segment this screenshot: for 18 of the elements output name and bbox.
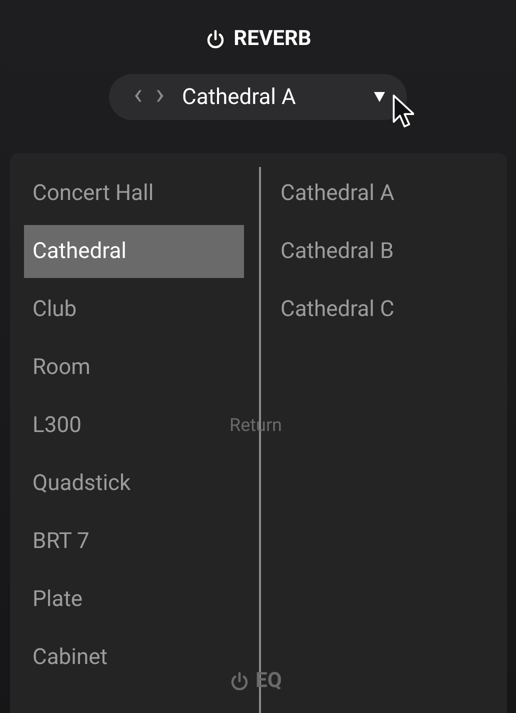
category-item[interactable]: Concert Hall — [24, 167, 244, 220]
section-title: REVERB — [234, 28, 312, 50]
category-item[interactable]: Club — [24, 283, 244, 336]
category-item[interactable]: BRT 7 — [24, 515, 244, 568]
preset-item[interactable]: Cathedral A — [280, 167, 506, 220]
category-item[interactable]: Quadstick — [24, 457, 244, 510]
preset-name: Cathedral A — [182, 84, 297, 112]
preset-item[interactable]: Cathedral C — [280, 283, 506, 336]
category-item[interactable]: Room — [24, 341, 244, 394]
dropdown-arrow-icon[interactable] — [374, 92, 385, 102]
previous-button[interactable]: ‹ — [127, 80, 149, 110]
category-item[interactable]: Cabinet — [24, 631, 244, 684]
category-item[interactable]: Cathedral — [24, 225, 244, 278]
category-item[interactable]: Plate — [24, 573, 244, 626]
mouse-cursor-icon — [392, 94, 414, 128]
next-button[interactable]: › — [149, 80, 171, 110]
power-icon[interactable] — [204, 28, 226, 50]
preset-item[interactable]: Cathedral B — [280, 225, 506, 278]
